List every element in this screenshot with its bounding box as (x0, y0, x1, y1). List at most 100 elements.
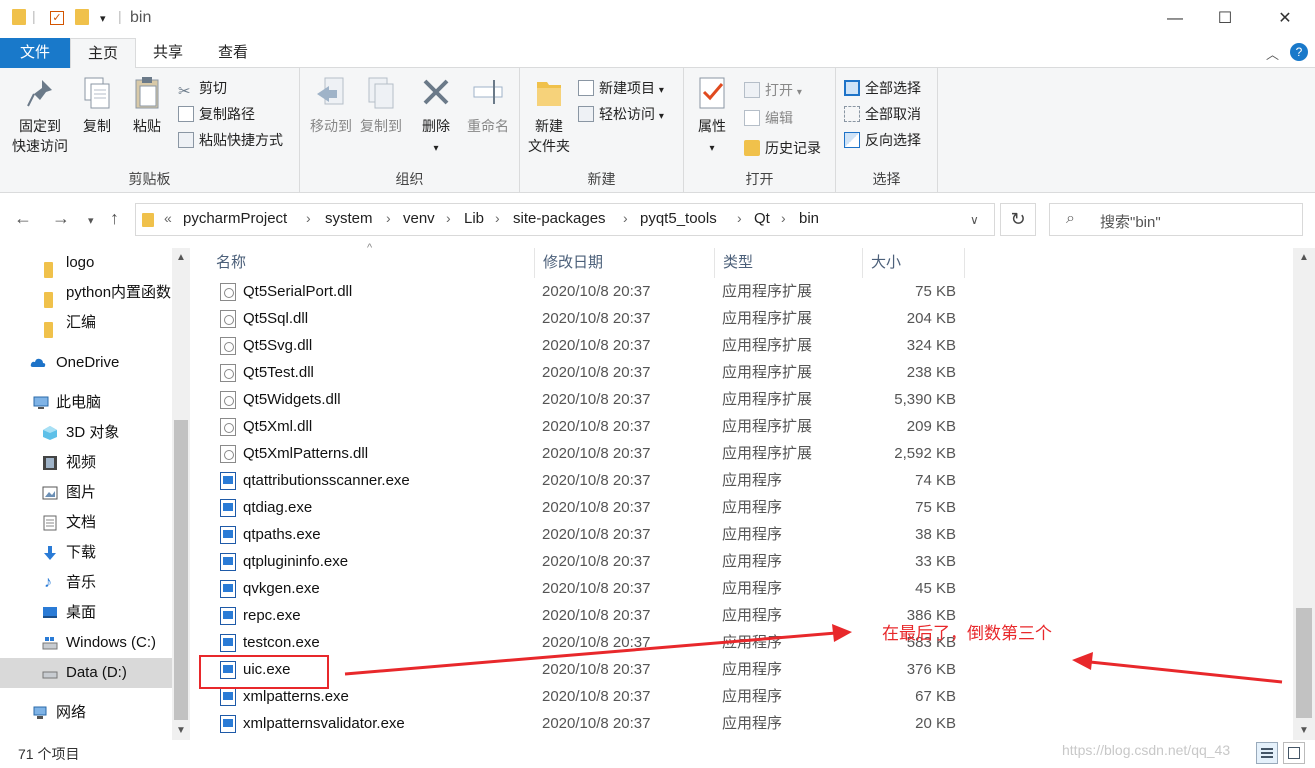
nav-item-onedrive[interactable]: OneDrive (0, 348, 172, 378)
nav-item-desktop[interactable]: 桌面 (0, 598, 172, 628)
breadcrumb-site-packages[interactable]: site-packages (513, 210, 606, 227)
history-button[interactable]: 历史记录 (744, 138, 821, 158)
address-dropdown-icon[interactable]: ∨ (970, 213, 979, 227)
breadcrumb-separator[interactable]: › (781, 210, 786, 226)
copy-path-button[interactable]: 复制路径 (178, 104, 255, 124)
back-arrow-icon[interactable]: ← (14, 208, 32, 229)
tab-share[interactable]: 共享 (136, 38, 200, 68)
nav-item-music[interactable]: ♪ 音乐 (0, 568, 172, 598)
file-row[interactable]: Qt5Sql.dll 2020/10/8 20:37 应用程序扩展 204 KB (190, 305, 990, 332)
recent-locations-icon[interactable]: ▾ (88, 214, 94, 227)
nav-item-drive-c[interactable]: Windows (C:) (0, 628, 172, 658)
new-item-button[interactable]: 新建项目 ▾ (578, 78, 664, 98)
nav-item-pictures[interactable]: 图片 (0, 478, 172, 508)
file-scrollbar[interactable]: ▲ ▼ (1293, 248, 1315, 740)
nav-item-drive-d[interactable]: Data (D:) (0, 658, 172, 688)
file-row[interactable]: testcon.exe 2020/10/8 20:37 应用程序 583 KB (190, 629, 990, 656)
open-button[interactable]: 打开 ▾ (744, 80, 802, 100)
select-all-button[interactable]: 全部选择 (844, 78, 921, 98)
nav-item-downloads[interactable]: 下载 (0, 538, 172, 568)
edit-button[interactable]: 编辑 (744, 108, 793, 128)
close-button[interactable]: ✕ (1265, 5, 1305, 33)
minimize-button[interactable]: — (1155, 5, 1195, 33)
search-box[interactable]: ⌕ 搜索"bin" (1049, 203, 1303, 236)
delete-dropdown-icon[interactable]: ▾ (433, 143, 438, 154)
file-row[interactable]: qtattributionsscanner.exe 2020/10/8 20:37… (190, 467, 990, 494)
overflow-chevron-icon[interactable]: « (164, 210, 172, 226)
file-row[interactable]: xmlpatternsvalidator.exe 2020/10/8 20:37 应… (190, 710, 990, 737)
copy-to-button[interactable]: 复制到 (356, 76, 406, 136)
file-row[interactable]: qtdiag.exe 2020/10/8 20:37 应用程序 75 KB (190, 494, 990, 521)
nav-item-assembly[interactable]: 汇编 (0, 308, 172, 338)
nav-scrollbar[interactable]: ▲ ▼ (172, 248, 190, 740)
move-to-button[interactable]: 移动到 (306, 76, 356, 136)
properties-quick-icon[interactable]: ✓ (50, 8, 64, 25)
refresh-button[interactable]: ↻ (1000, 203, 1036, 236)
file-row[interactable]: qtpaths.exe 2020/10/8 20:37 应用程序 38 KB (190, 521, 990, 548)
file-row[interactable]: Qt5Widgets.dll 2020/10/8 20:37 应用程序扩展 5,390… (190, 386, 990, 413)
properties-dropdown-icon[interactable]: ▾ (709, 143, 714, 154)
rename-button[interactable]: 重命名 (462, 76, 514, 136)
maximize-button[interactable]: ☐ (1205, 5, 1245, 33)
delete-button[interactable]: 删除 ▾ (416, 76, 456, 159)
nav-item-logo[interactable]: logo (0, 248, 172, 278)
file-row[interactable]: Qt5Svg.dll 2020/10/8 20:37 应用程序扩展 324 KB (190, 332, 990, 359)
nav-item-videos[interactable]: 视频 (0, 448, 172, 478)
tab-view[interactable]: 查看 (200, 38, 266, 68)
breadcrumb-separator[interactable]: › (623, 210, 628, 226)
breadcrumb-pycharmproject[interactable]: pycharmProject (183, 210, 287, 227)
breadcrumb-qt[interactable]: Qt (754, 210, 770, 227)
help-icon[interactable]: ? (1290, 43, 1308, 61)
scroll-down-icon[interactable]: ▼ (172, 725, 190, 736)
file-row[interactable]: qtplugininfo.exe 2020/10/8 20:37 应用程序 33 KB (190, 548, 990, 575)
column-name[interactable]: 名称 (208, 248, 535, 278)
nav-item-3d-objects[interactable]: 3D 对象 (0, 418, 172, 448)
cut-button[interactable]: ✂ 剪切 (178, 78, 227, 100)
easy-access-button[interactable]: 轻松访问 ▾ (578, 104, 664, 124)
column-type[interactable]: 类型 (715, 248, 863, 278)
breadcrumb-pyqt5-tools[interactable]: pyqt5_tools (640, 210, 717, 227)
new-folder-button[interactable]: 新建 文件夹 (526, 76, 572, 156)
file-row[interactable]: Qt5Test.dll 2020/10/8 20:37 应用程序扩展 238 KB (190, 359, 990, 386)
tab-file[interactable]: 文件 (0, 38, 70, 68)
customize-toolbar-icon[interactable]: ▾ (100, 12, 106, 25)
nav-item-python[interactable]: python内置函数 (0, 278, 172, 308)
breadcrumb-separator[interactable]: › (737, 210, 742, 226)
breadcrumb-separator[interactable]: › (386, 210, 391, 226)
breadcrumb-bin[interactable]: bin (799, 210, 819, 227)
forward-arrow-icon[interactable]: → (52, 208, 70, 229)
breadcrumb-separator[interactable]: › (446, 210, 451, 226)
new-folder-quick-icon[interactable] (75, 8, 89, 26)
tab-home[interactable]: 主页 (70, 38, 136, 69)
breadcrumb-venv[interactable]: venv (403, 210, 435, 227)
scroll-up-icon[interactable]: ▲ (1293, 252, 1315, 263)
file-row[interactable]: xmlpatterns.exe 2020/10/8 20:37 应用程序 67 KB (190, 683, 990, 710)
paste-button[interactable]: 粘贴 (126, 76, 168, 136)
breadcrumb-separator[interactable]: › (495, 210, 500, 226)
breadcrumb-separator[interactable]: › (306, 210, 311, 226)
large-icons-view-button[interactable] (1283, 742, 1305, 764)
address-bar[interactable]: « pycharmProject › system › venv › Lib ›… (135, 203, 995, 236)
file-scroll-thumb[interactable] (1296, 608, 1312, 718)
column-date[interactable]: 修改日期 (535, 248, 715, 278)
file-row[interactable]: uic.exe 2020/10/8 20:37 应用程序 376 KB (190, 656, 990, 683)
breadcrumb-system[interactable]: system (325, 210, 373, 227)
scroll-up-icon[interactable]: ▲ (172, 252, 190, 263)
details-view-button[interactable] (1256, 742, 1278, 764)
file-row[interactable]: Qt5SerialPort.dll 2020/10/8 20:37 应用程序扩展 75… (190, 278, 990, 305)
nav-scroll-thumb[interactable] (174, 420, 188, 720)
invert-selection-button[interactable]: 反向选择 (844, 130, 921, 150)
file-row[interactable]: Qt5XmlPatterns.dll 2020/10/8 20:37 应用程序扩展 2… (190, 440, 990, 467)
select-none-button[interactable]: 全部取消 (844, 104, 921, 124)
up-arrow-icon[interactable]: ↑ (110, 208, 119, 229)
breadcrumb-lib[interactable]: Lib (464, 210, 484, 227)
nav-item-documents[interactable]: 文档 (0, 508, 172, 538)
paste-shortcut-button[interactable]: 粘贴快捷方式 (178, 130, 283, 150)
column-size[interactable]: 大小 (863, 248, 965, 278)
copy-button[interactable]: 复制 (78, 76, 116, 136)
nav-item-network[interactable]: 网络 (0, 698, 172, 728)
scroll-down-icon[interactable]: ▼ (1293, 725, 1315, 736)
properties-button[interactable]: 属性 ▾ (692, 76, 732, 159)
file-row[interactable]: Qt5Xml.dll 2020/10/8 20:37 应用程序扩展 209 KB (190, 413, 990, 440)
nav-item-this-pc[interactable]: 此电脑 (0, 388, 172, 418)
